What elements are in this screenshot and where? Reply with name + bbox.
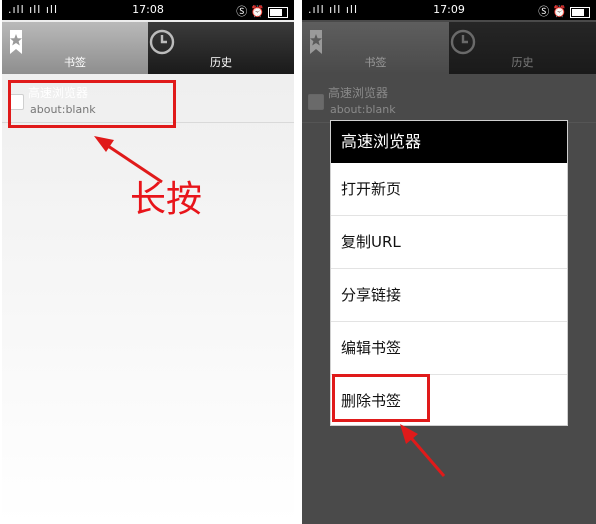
annotation-arrow <box>400 424 446 477</box>
phone-screen-left: .ıll ıll ıll 17:08 Ⓢ ⏰ 书签 历史 高速浏览器 about… <box>2 0 294 524</box>
annotation-arrow <box>94 136 163 184</box>
phone-screen-right: .ıll ıll ıll 17:09 Ⓢ ⏰ 书签 历史 高速浏览器 about… <box>302 0 596 524</box>
annotation-long-press: 长按 <box>130 179 203 220</box>
